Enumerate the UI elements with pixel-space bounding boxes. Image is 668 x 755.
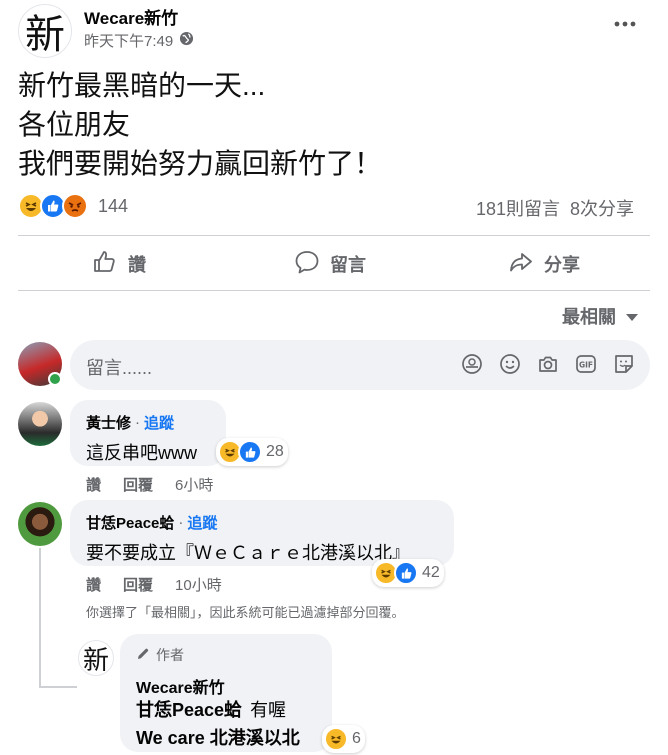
- post-text-line: 新竹最黑暗的一天...: [18, 70, 266, 101]
- thumbs-up-icon: [92, 249, 118, 280]
- page-name[interactable]: Wecare新竹: [84, 4, 178, 29]
- pencil-icon: [136, 647, 150, 664]
- post-text-line: 我們要開始努力贏回新竹了！: [18, 148, 383, 179]
- divider: [18, 235, 650, 236]
- reply-author-name[interactable]: Wecare新竹: [136, 674, 225, 698]
- like-button-label: 讚: [128, 255, 146, 275]
- filter-notice: 你選擇了「最相關」，因此系統可能已過濾掉部分回覆。: [86, 605, 405, 620]
- speech-bubble-icon: [294, 249, 320, 280]
- reaction-summary[interactable]: 144: [18, 193, 128, 219]
- svg-text:GIF: GIF: [579, 361, 593, 370]
- comment-time[interactable]: 10小時: [175, 574, 222, 595]
- divider: [18, 290, 650, 291]
- like-reaction-icon: [238, 440, 262, 464]
- reply-author-avatar[interactable]: 新: [78, 640, 114, 676]
- comment-like-button[interactable]: 讚: [86, 574, 101, 595]
- haha-reaction-icon: [324, 727, 348, 751]
- commenter-avatar[interactable]: [18, 502, 62, 546]
- comment-text: 這反串吧www: [86, 443, 197, 463]
- comment-actions: 讚 回覆 6小時: [86, 474, 213, 495]
- post-timestamp[interactable]: 昨天下午7:49: [84, 30, 194, 51]
- follow-link[interactable]: 追蹤: [187, 512, 217, 533]
- page-avatar-glyph: 新: [25, 12, 65, 58]
- comment-reaction-count: 28: [266, 443, 284, 460]
- share-button-label: 分享: [544, 255, 580, 275]
- page-avatar[interactable]: 新: [18, 4, 72, 58]
- reply-reaction-count: 6: [352, 730, 361, 747]
- commenter-name[interactable]: 甘恁Peace蛤: [86, 512, 174, 533]
- angry-reaction-icon: [62, 193, 88, 219]
- caret-down-icon: [626, 306, 638, 327]
- camera-icon[interactable]: [536, 352, 560, 376]
- comment-button-label: 留言: [330, 255, 366, 275]
- sort-label: 最相關: [562, 307, 616, 327]
- shares-count[interactable]: 8次分享: [570, 195, 634, 221]
- post-text-line: 各位朋友: [18, 109, 131, 140]
- reaction-count: 144: [98, 195, 129, 216]
- reply-text: 有喔: [250, 700, 287, 720]
- post-text: 新竹最黑暗的一天... 各位朋友 我們要開始努力贏回新竹了！: [18, 66, 382, 183]
- composer-tools: GIF: [460, 352, 636, 376]
- reply-text-line: We care 北港溪以北: [136, 728, 300, 748]
- reply-reactions[interactable]: 6: [322, 725, 365, 753]
- commenter-name[interactable]: 黃士修: [86, 412, 131, 433]
- comment-time[interactable]: 6小時: [175, 474, 213, 495]
- avatar-sticker-icon[interactable]: [460, 352, 484, 376]
- comment-button[interactable]: 留言: [294, 247, 366, 281]
- like-button[interactable]: 讚: [92, 247, 146, 281]
- comment-reactions[interactable]: 42: [372, 559, 444, 587]
- comments-count[interactable]: 181則留言: [476, 195, 560, 221]
- comment-header: 黃士修 · 追蹤: [86, 412, 174, 433]
- sticker-icon[interactable]: [612, 352, 636, 376]
- comment-header: 甘恁Peace蛤 · 追蹤: [86, 512, 217, 533]
- comment-like-button[interactable]: 讚: [86, 474, 101, 495]
- reply-text-line: 甘恁Peace蛤 有喔: [136, 696, 286, 722]
- comment-reactions[interactable]: 28: [216, 438, 288, 466]
- comment-sort-dropdown[interactable]: 最相關: [562, 303, 638, 329]
- separator-dot: ·: [135, 414, 141, 431]
- comment-actions: 讚 回覆 10小時: [86, 574, 222, 595]
- author-badge: 作者: [136, 645, 184, 665]
- commenter-avatar[interactable]: [18, 402, 62, 446]
- mention-link[interactable]: 甘恁Peace蛤: [136, 696, 242, 722]
- like-reaction-icon: [394, 561, 418, 585]
- separator-dot: ·: [178, 514, 184, 531]
- reply-thread-line: [39, 548, 41, 688]
- share-button[interactable]: 分享: [508, 247, 580, 281]
- author-badge-label: 作者: [156, 647, 184, 663]
- gif-icon[interactable]: GIF: [574, 352, 598, 376]
- post-stats: 181則留言 8次分享: [476, 195, 634, 221]
- follow-link[interactable]: 追蹤: [144, 412, 174, 433]
- public-globe-icon: [179, 31, 194, 50]
- comment-reply-button[interactable]: 回覆: [123, 574, 153, 595]
- comment-reaction-count: 42: [422, 564, 440, 581]
- emoji-icon[interactable]: [498, 352, 522, 376]
- reply-thread-branch: [39, 686, 77, 688]
- reply-avatar-glyph: 新: [82, 645, 109, 676]
- share-arrow-icon: [508, 249, 534, 280]
- post-time-text: 昨天下午7:49: [84, 33, 174, 50]
- comment-reply-button[interactable]: 回覆: [123, 474, 153, 495]
- online-status-dot: [48, 372, 62, 386]
- comment-text: 要不要成立『ＷｅＣａｒｅ北港溪以北』: [86, 543, 410, 563]
- comment-input[interactable]: 留言......: [86, 354, 152, 380]
- more-options-icon[interactable]: [610, 12, 640, 36]
